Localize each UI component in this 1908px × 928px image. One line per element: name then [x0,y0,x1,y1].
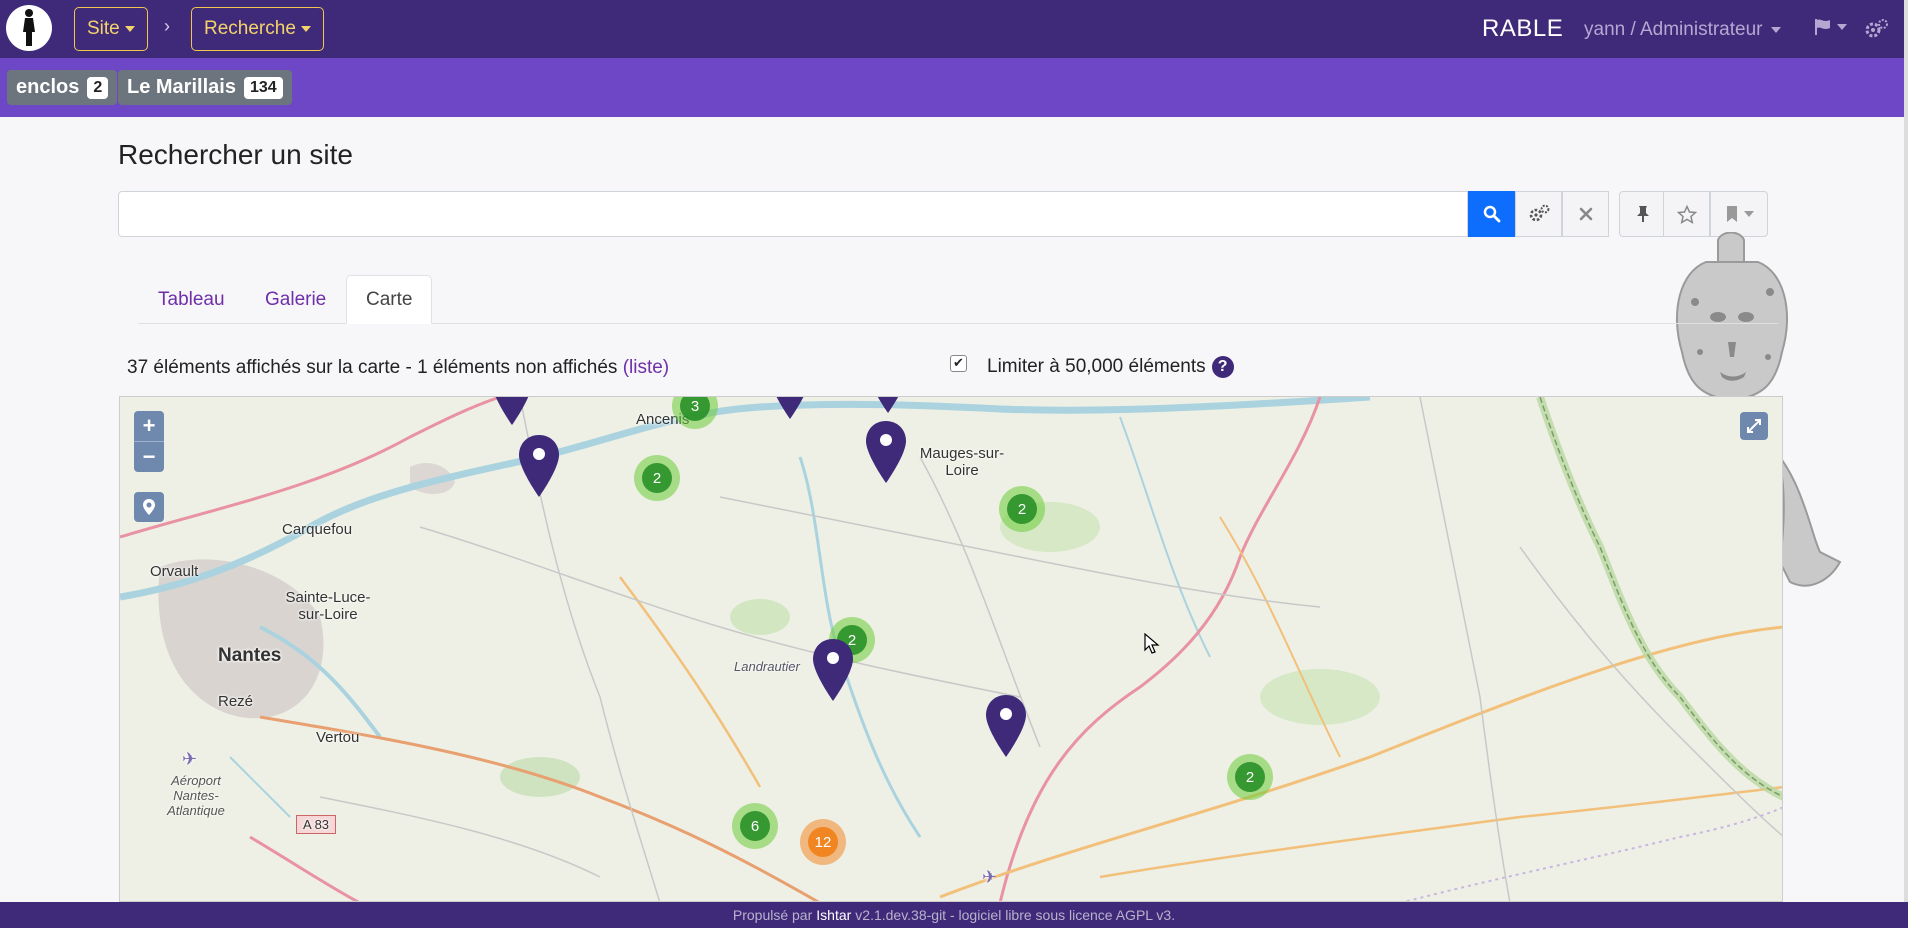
site-menu-button[interactable]: Site [74,7,148,51]
map-marker[interactable] [984,693,1028,759]
tab-carte[interactable]: Carte [346,275,433,324]
site-menu-label: Site [87,18,120,39]
context-chip-le-marillais[interactable]: Le Marillais 134 [118,70,292,105]
map-marker[interactable] [864,419,908,485]
tab-label: Carte [366,288,413,310]
hidden-items-list-link[interactable]: (liste) [623,357,669,378]
zoom-out-button[interactable]: − [134,442,164,472]
advanced-search-button[interactable] [1515,191,1562,237]
map-marker[interactable] [517,433,561,499]
chevron-down-icon [1743,211,1754,217]
chevron-down-icon [124,26,135,32]
map-marker[interactable] [866,396,910,415]
saved-searches-menu[interactable] [1710,191,1768,237]
footer: Propulsé par Ishtar v2.1.dev.38-git - lo… [0,902,1908,928]
top-navbar: Site › Recherche RABLE yann / Administra… [0,0,1908,58]
user-menu[interactable]: yann / Administrateur [1584,19,1782,41]
zoom-control: + − [134,411,164,472]
brand-name[interactable]: RABLE [1482,15,1563,43]
footer-suffix: v2.1.dev.38-git - logiciel libre sous li… [855,907,1176,923]
gears-icon [1865,19,1888,38]
footer-prefix: Propulsé par [732,907,813,923]
chevron-down-icon [1837,24,1847,30]
map-count-label: 37 éléments affichés sur la carte - 1 él… [127,357,618,378]
road-label: A 83 [296,815,337,834]
clear-search-button[interactable] [1562,191,1609,237]
airport-icon: ✈ [182,749,198,769]
close-icon [1579,207,1592,221]
user-label: yann / Administrateur [1584,19,1763,40]
map-cluster[interactable]: 2 [999,486,1045,532]
map-cluster[interactable]: 2 [634,455,680,501]
cluster-count: 2 [1007,494,1037,524]
pin-icon [1636,206,1649,222]
search-menu-label: Recherche [204,18,296,39]
search-input[interactable] [118,191,1468,237]
mouse-cursor-icon [1144,633,1160,654]
bookmark-search-button[interactable] [1663,191,1710,237]
chip-label: Le Marillais [127,76,236,98]
expand-icon [1747,419,1761,433]
window-scrollbar[interactable] [1904,0,1908,928]
chip-label: enclos [16,76,80,98]
cluster-count: 12 [808,827,838,857]
map-marker[interactable] [768,396,812,421]
cluster-count: 2 [642,463,672,493]
map-label: Rezé [218,693,254,710]
map-label: Orvault [150,563,199,580]
map-count-text: 37 éléments affichés sur la carte - 1 él… [127,357,669,379]
help-icon[interactable]: ? [1211,356,1234,378]
page-title: Rechercher un site [118,139,354,170]
limit-checkbox[interactable]: ✔ [950,354,967,372]
zoom-in-button[interactable]: + [134,411,164,441]
chip-count: 2 [87,76,109,99]
map-label: Aéroport Nantes-Atlantique [167,773,225,818]
map-view[interactable]: Ancenis Mauges-sur-Loire Carquefou Orvau… [119,396,1783,902]
silhouette-icon [23,9,35,46]
chevron-down-icon [1771,27,1782,33]
locate-button[interactable] [134,492,164,522]
app-logo[interactable] [6,5,52,51]
nav-separator: › [164,16,170,36]
airport-icon: ✈ [982,867,998,887]
search-menu-button[interactable]: Recherche [191,7,324,51]
map-cluster[interactable]: 2 [1227,754,1273,800]
settings-menu[interactable] [1864,18,1888,45]
search-button[interactable] [1468,191,1515,237]
chip-count: 134 [243,76,283,99]
cluster-count: 6 [740,811,770,841]
tab-label: Galerie [265,288,327,310]
language-menu[interactable] [1814,18,1847,36]
star-icon [1676,204,1697,224]
map-cluster[interactable]: 6 [732,803,778,849]
map-label: Landrautier [734,659,800,674]
map-marker[interactable] [490,396,534,427]
flag-icon [1815,19,1830,35]
tab-tableau[interactable]: Tableau [139,275,244,324]
bookmark-icon [1726,206,1737,222]
chevron-down-icon [300,26,311,32]
cluster-count: 3 [680,397,710,421]
fullscreen-button[interactable] [1740,412,1768,440]
search-icon [1483,205,1500,223]
context-chip-enclos[interactable]: enclos 2 [7,70,118,105]
map-marker[interactable] [811,637,855,703]
map-label: Carquefou [282,521,353,538]
map-label: Vertou [316,729,360,746]
limit-label: Limiter à 50,000 éléments [987,356,1206,377]
ishtar-link[interactable]: Ishtar [816,907,851,923]
map-cluster[interactable]: 12 [800,819,846,865]
limit-option: ✔ Limiter à 50,000 éléments ? [950,354,1234,378]
gears-icon [1529,204,1549,222]
map-label: Sainte-Luce-sur-Loire [285,589,371,623]
cluster-count: 2 [1235,762,1265,792]
pin-search-button[interactable] [1619,191,1666,237]
tab-galerie[interactable]: Galerie [246,275,345,324]
location-marker-icon [143,499,155,515]
map-label: Mauges-sur-Loire [919,445,1005,479]
tab-label: Tableau [158,288,225,310]
map-label: Nantes [218,645,282,666]
